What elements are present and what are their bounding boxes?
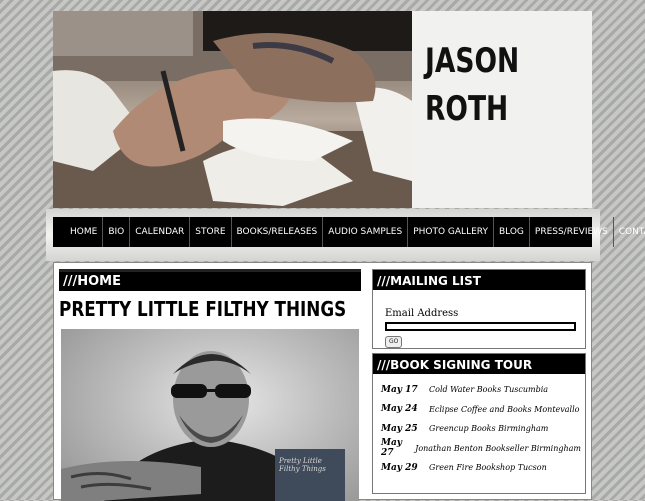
mailing-list-heading: ///MAILING LIST	[373, 270, 585, 290]
tour-venue[interactable]: Greencup Books Birmingham	[429, 424, 548, 433]
nav-bio[interactable]: BIO	[103, 217, 131, 247]
header-photo-writing-hand	[53, 11, 412, 208]
email-field[interactable]	[385, 322, 576, 331]
home-heading: ///HOME	[59, 269, 361, 291]
tour-event: May 27 Jonathan Benton Bookseller Birmin…	[381, 438, 581, 459]
nav-audio-samples[interactable]: AUDIO SAMPLES	[323, 217, 409, 247]
site-name: JASON ROTH	[425, 37, 550, 133]
book-signing-tour-panel: ///BOOK SIGNING TOUR May 17 Cold Water B…	[372, 353, 586, 494]
post-title[interactable]: PRETTY LITTLE FILTHY THINGS	[59, 297, 346, 321]
author-portrait-image: Pretty Little Filthy Things	[61, 329, 359, 501]
tour-venue[interactable]: Jonathan Benton Bookseller Birmingham	[415, 444, 581, 453]
book-cover-title: Pretty Little Filthy Things	[279, 457, 326, 473]
tour-event: May 17 Cold Water Books Tuscumbia	[381, 380, 581, 400]
nav-contact[interactable]: CONTACT	[614, 217, 645, 247]
nav-home[interactable]: HOME	[65, 217, 104, 247]
content-area: ///HOME PRETTY LITTLE FILTHY THINGS Pret…	[53, 262, 592, 501]
tour-venue[interactable]: Cold Water Books Tuscumbia	[429, 385, 548, 394]
site-name-last: ROTH	[425, 89, 509, 129]
nav-photo-gallery[interactable]: PHOTO GALLERY	[408, 217, 494, 247]
email-label: Email Address	[385, 308, 459, 319]
tour-date: May 17	[381, 384, 418, 395]
tour-event: May 24 Eclipse Coffee and Books Monteval…	[381, 400, 581, 420]
tour-venue[interactable]: Eclipse Coffee and Books Montevallo	[429, 405, 579, 414]
tour-venue[interactable]: Green Fire Bookshop Tucson	[429, 463, 547, 472]
nav-calendar[interactable]: CALENDAR	[130, 217, 191, 247]
nav-press-reviews[interactable]: PRESS/REVIEWS	[530, 217, 614, 247]
tour-heading: ///BOOK SIGNING TOUR	[373, 354, 585, 374]
tour-list: May 17 Cold Water Books Tuscumbia May 24…	[381, 380, 581, 478]
site-name-first: JASON	[425, 41, 520, 81]
tour-date: May 29	[381, 462, 418, 473]
tour-event: May 29 Green Fire Bookshop Tucson	[381, 458, 581, 478]
nav-books-releases[interactable]: BOOKS/RELEASES	[232, 217, 324, 247]
nav-blog[interactable]: BLOG	[494, 217, 530, 247]
nav-store[interactable]: STORE	[190, 217, 232, 247]
tour-event: May 25 Greencup Books Birmingham	[381, 419, 581, 439]
tour-date: May 24	[381, 404, 418, 415]
mailing-list-panel: ///MAILING LIST Email Address GO	[372, 269, 586, 349]
main-nav: HOME BIO CALENDAR STORE BOOKS/RELEASES A…	[53, 217, 645, 247]
main-column: ///HOME PRETTY LITTLE FILTHY THINGS Pret…	[59, 269, 361, 501]
tour-date: May 27	[381, 438, 403, 459]
go-button[interactable]: GO	[385, 336, 403, 348]
tour-date: May 25	[381, 423, 418, 434]
site-header: JASON ROTH	[53, 11, 592, 208]
